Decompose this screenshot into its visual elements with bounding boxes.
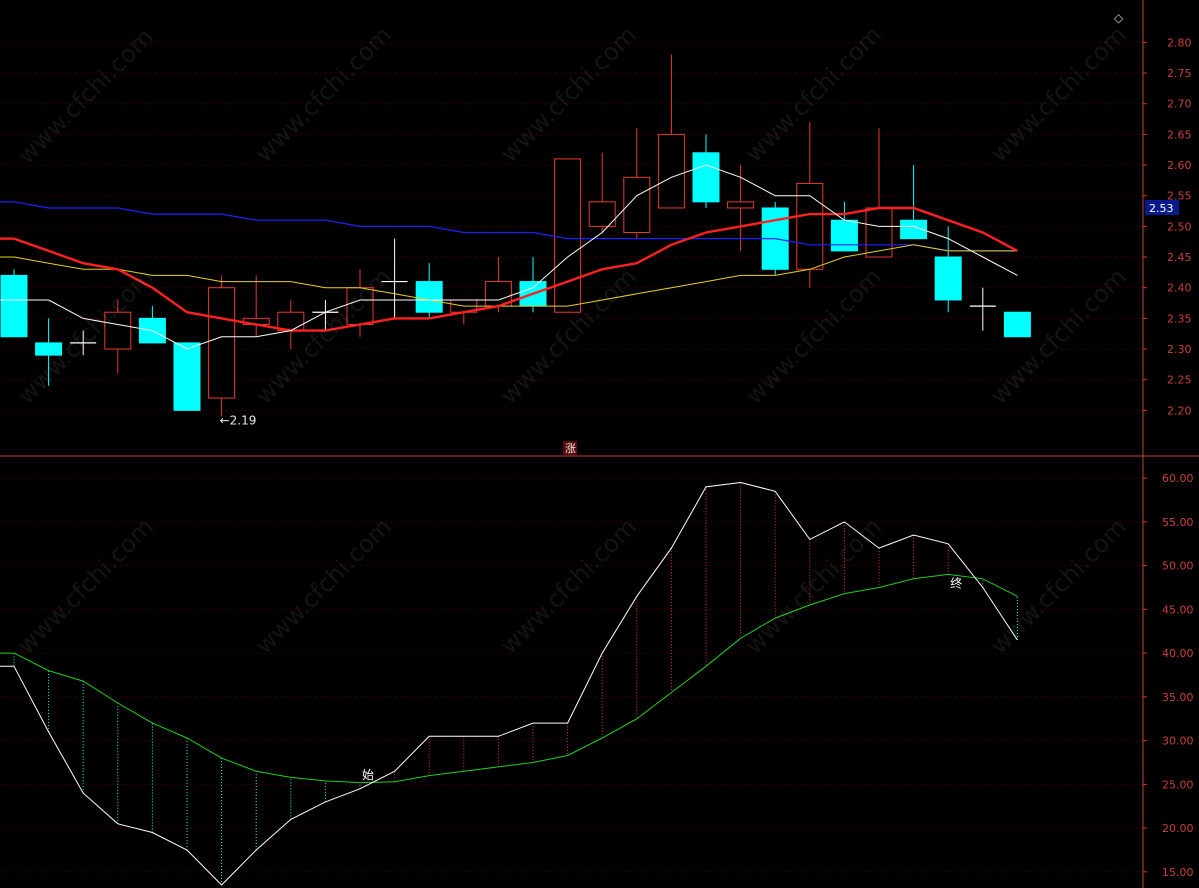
candle-body: [0, 274, 28, 338]
price-tick-label: 2.35: [1167, 312, 1192, 325]
candles: [0, 54, 1031, 417]
candle-body: [692, 152, 720, 203]
candle: [0, 269, 28, 338]
candle-body: [657, 133, 685, 209]
candle-body: [35, 342, 63, 356]
price-tick-label: 2.80: [1167, 36, 1192, 49]
candle-body: [104, 311, 132, 350]
candle: [554, 158, 582, 313]
candle: [865, 128, 893, 258]
candle: [692, 134, 720, 208]
candle: [1003, 311, 1031, 338]
price-tick-label: 2.65: [1167, 128, 1192, 141]
candle: [277, 299, 305, 350]
candle-body: [727, 201, 755, 209]
indicator-tick-label: 55.00: [1162, 516, 1194, 529]
indicator-tick-label: 15.00: [1162, 866, 1194, 879]
candle: [70, 330, 97, 356]
price-tick-label: 2.30: [1167, 343, 1192, 356]
candle: [415, 263, 443, 319]
candle: [312, 299, 339, 331]
indicator-tick-label: 50.00: [1162, 560, 1194, 573]
diamond-icon: ◇: [1114, 11, 1124, 25]
candle: [657, 54, 685, 209]
stock-chart: 2.802.752.702.652.602.552.502.452.402.35…: [0, 0, 1199, 888]
candle: [934, 226, 962, 313]
candle-body: [830, 219, 858, 252]
candle: [796, 122, 824, 288]
candle-body: [173, 342, 201, 411]
price-tick-label: 2.60: [1167, 159, 1192, 172]
indicator-axis: 60.00 55.00 50.00 45.00 40.00 35.00 30.00 25.00…: [0, 472, 1194, 879]
candle: [242, 275, 270, 337]
candle: [623, 128, 651, 239]
indicator-tick-label: 40.00: [1162, 647, 1194, 660]
indicator-tick-label: 45.00: [1162, 603, 1194, 616]
candle: [138, 306, 166, 344]
candle-body: [796, 182, 824, 270]
candle: [969, 287, 996, 331]
signal-end-label: 终: [950, 576, 962, 591]
indicator-tick-label: 20.00: [1162, 822, 1194, 835]
candle-body: [208, 287, 236, 399]
indicator-lines: [0, 481, 1018, 886]
candle: [900, 165, 928, 240]
indicator-tick-label: 30.00: [1162, 735, 1194, 748]
price-tick-label: 2.75: [1167, 67, 1192, 80]
candle: [381, 238, 408, 319]
signal-start-label: 始: [362, 768, 374, 782]
candle-body: [554, 158, 582, 313]
candle: [104, 299, 132, 374]
price-tick-label: 2.25: [1167, 374, 1192, 387]
limit-up-marker-label: 涨: [565, 442, 576, 455]
price-tick-label: 2.20: [1167, 404, 1192, 417]
price-tick-label: 2.50: [1167, 220, 1192, 233]
candle: [208, 275, 236, 417]
price-tick-label: 2.40: [1167, 282, 1192, 295]
candle-body: [415, 281, 443, 313]
indicator-tick-label: 25.00: [1162, 778, 1194, 791]
candle-body: [346, 287, 374, 325]
candle: [35, 318, 63, 386]
price-tick-label: 2.70: [1167, 98, 1192, 111]
candle: [519, 257, 547, 313]
candle: [173, 342, 201, 411]
indicator-tick-label: 35.00: [1162, 691, 1194, 704]
indicator-line-1: [13, 481, 1018, 886]
price-tick-label: 2.45: [1167, 251, 1192, 264]
candle-body: [934, 256, 962, 301]
indicator-bars: [13, 482, 1018, 885]
candle: [830, 201, 858, 252]
indicator-tick-label: 60.00: [1162, 472, 1194, 485]
price-tag-label: 2.53: [1149, 202, 1174, 215]
low-price-annotation: ←2.19: [220, 413, 257, 427]
indicator-line-2: [13, 573, 1018, 784]
candle-body: [1003, 311, 1031, 338]
